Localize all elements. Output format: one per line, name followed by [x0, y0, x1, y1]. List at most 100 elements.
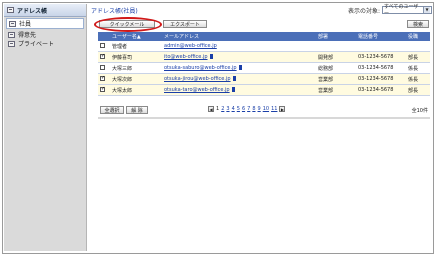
phone-cell: 03-1234-5678	[356, 51, 406, 63]
display-target-select[interactable]: すべてのユーザー ▼	[382, 4, 432, 17]
display-target-label: 表示の対象:	[347, 7, 380, 15]
sidebar: アドレス帳 社員 得意先 プライベート	[4, 4, 87, 251]
select-all-label: 全選択	[104, 107, 120, 114]
email-cell: otsuka-jirou@web-office.jp	[162, 73, 316, 85]
page-link[interactable]: 9	[258, 106, 261, 112]
user-name-cell: 管理者	[110, 41, 162, 52]
row-checkbox[interactable]	[100, 86, 105, 92]
table-row: 大塚次郎otsuka-jirou@web-office.jp 営業部03-1234…	[98, 73, 430, 85]
user-name-cell: 伊藤喜司	[110, 51, 162, 63]
column-header-phone[interactable]: 電話番号	[356, 32, 406, 41]
sidebar-item-employees[interactable]: 社員	[6, 18, 84, 29]
email-link[interactable]: otsuka-taro@web-office.jp	[164, 87, 230, 93]
page-link[interactable]: 7	[247, 106, 250, 112]
row-select-cell	[98, 41, 110, 52]
book-icon	[8, 40, 15, 47]
column-header-email[interactable]: メールアドレス	[162, 32, 316, 41]
title-cell: 係長	[406, 73, 430, 85]
main-panel: アドレス帳(社員) 表示の対象: すべてのユーザー ▼ クイックメール エクスポ…	[89, 4, 432, 251]
export-button[interactable]: エクスポート	[163, 20, 207, 28]
mobile-icon	[231, 87, 235, 92]
dept-cell	[316, 41, 356, 52]
top-bar: アドレス帳(社員) 表示の対象: すべてのユーザー ▼	[89, 4, 432, 17]
row-select-cell	[98, 73, 110, 85]
table-header-row: ユーザー名▲ メールアドレス 部署 電話番号 役職	[98, 32, 430, 41]
page-link[interactable]: 2	[221, 106, 224, 112]
select-all-button[interactable]: 全選択	[100, 106, 124, 114]
deselect-button[interactable]: 解 除	[126, 106, 148, 114]
sidebar-item-label: プライベート	[18, 41, 55, 48]
book-icon	[9, 20, 16, 27]
email-cell: ito@web-office.jp	[162, 51, 316, 63]
mobile-icon	[238, 65, 242, 70]
email-cell: otsuka-saburo@web-office.jp	[162, 62, 316, 74]
table-footer: 全選択 解 除 ◀ 1 2 3 4 5 6 7 8 9 10 11 ▶ 全10件	[98, 104, 430, 116]
pagination: ◀ 1 2 3 4 5 6 7 8 9 10 11 ▶	[208, 106, 286, 112]
column-header-title[interactable]: 役職	[406, 32, 430, 41]
sidebar-item-customers[interactable]: 得意先	[4, 30, 86, 39]
book-icon	[8, 31, 15, 38]
next-page-icon[interactable]: ▶	[279, 106, 286, 112]
row-checkbox[interactable]	[100, 43, 105, 48]
user-name-cell: 大塚太郎	[110, 84, 162, 96]
email-link[interactable]: otsuka-jirou@web-office.jp	[164, 76, 231, 82]
email-link[interactable]: ito@web-office.jp	[164, 54, 208, 60]
table-row: 伊藤喜司ito@web-office.jp 開発部03-1234-5678部長	[98, 51, 430, 63]
email-link[interactable]: admin@web-office.jp	[164, 43, 217, 49]
sidebar-header: アドレス帳	[4, 4, 86, 17]
row-select-cell	[98, 62, 110, 74]
title-cell: 部長	[406, 51, 430, 63]
page-link[interactable]: 4	[232, 106, 235, 112]
chevron-down-icon: ▼	[423, 7, 430, 13]
page-link[interactable]: 8	[252, 106, 255, 112]
display-target: 表示の対象: すべてのユーザー ▼	[347, 4, 432, 17]
title-cell	[406, 41, 430, 52]
search-label: 検索	[412, 21, 423, 28]
row-checkbox[interactable]	[100, 65, 105, 70]
page-link[interactable]: 6	[242, 106, 245, 112]
page-link[interactable]: 5	[237, 106, 240, 112]
sidebar-item-label: 社員	[19, 21, 32, 28]
table-row: 大塚太郎otsuka-taro@web-office.jp 営業部03-1234-…	[98, 84, 430, 96]
mobile-icon	[232, 76, 236, 81]
email-link[interactable]: otsuka-saburo@web-office.jp	[164, 65, 237, 71]
display-target-value: すべてのユーザー	[384, 4, 419, 17]
prev-page-icon[interactable]: ◀	[208, 106, 214, 112]
email-cell: otsuka-taro@web-office.jp	[162, 84, 316, 96]
breadcrumb[interactable]: アドレス帳(社員)	[89, 6, 138, 15]
divider	[98, 117, 430, 119]
highlight-circle	[94, 17, 162, 32]
column-header-dept[interactable]: 部署	[316, 32, 356, 41]
phone-cell: 03-1234-5678	[356, 73, 406, 85]
row-checkbox[interactable]	[100, 75, 105, 81]
record-count: 全10件	[411, 108, 428, 114]
deselect-label: 解 除	[131, 107, 143, 114]
dept-cell: 総務部	[316, 62, 356, 74]
row-checkbox[interactable]	[100, 53, 105, 59]
toolbar: クイックメール エクスポート 検索	[89, 17, 432, 32]
row-select-cell	[98, 84, 110, 96]
phone-cell	[356, 41, 406, 52]
title-cell: 部長	[406, 84, 430, 96]
select-column-header	[98, 32, 110, 41]
search-button[interactable]: 検索	[407, 20, 429, 28]
app-window: アドレス帳 社員 得意先 プライベート アドレス帳(社員) 表示の対象: すべて…	[2, 2, 434, 254]
column-header-name[interactable]: ユーザー名▲	[110, 32, 162, 41]
user-name-cell: 大塚三郎	[110, 62, 162, 74]
phone-cell: 03-1234-5678	[356, 62, 406, 74]
page-link[interactable]: 1	[216, 106, 219, 112]
address-table: ユーザー名▲ メールアドレス 部署 電話番号 役職 管理者 admin@web-o…	[98, 32, 430, 96]
page-link[interactable]: 3	[226, 106, 229, 112]
page-link[interactable]: 10	[263, 106, 269, 112]
dept-cell: 営業部	[316, 73, 356, 85]
row-select-cell	[98, 51, 110, 63]
export-label: エクスポート	[170, 21, 200, 28]
dept-cell: 開発部	[316, 51, 356, 63]
sidebar-item-private[interactable]: プライベート	[4, 39, 86, 48]
page-link[interactable]: 11	[271, 106, 277, 112]
table-row: 管理者 admin@web-office.jp	[98, 41, 430, 52]
title-cell: 係長	[406, 62, 430, 74]
address-book-icon	[7, 7, 14, 13]
phone-cell: 03-1234-5678	[356, 84, 406, 96]
dept-cell: 営業部	[316, 84, 356, 96]
